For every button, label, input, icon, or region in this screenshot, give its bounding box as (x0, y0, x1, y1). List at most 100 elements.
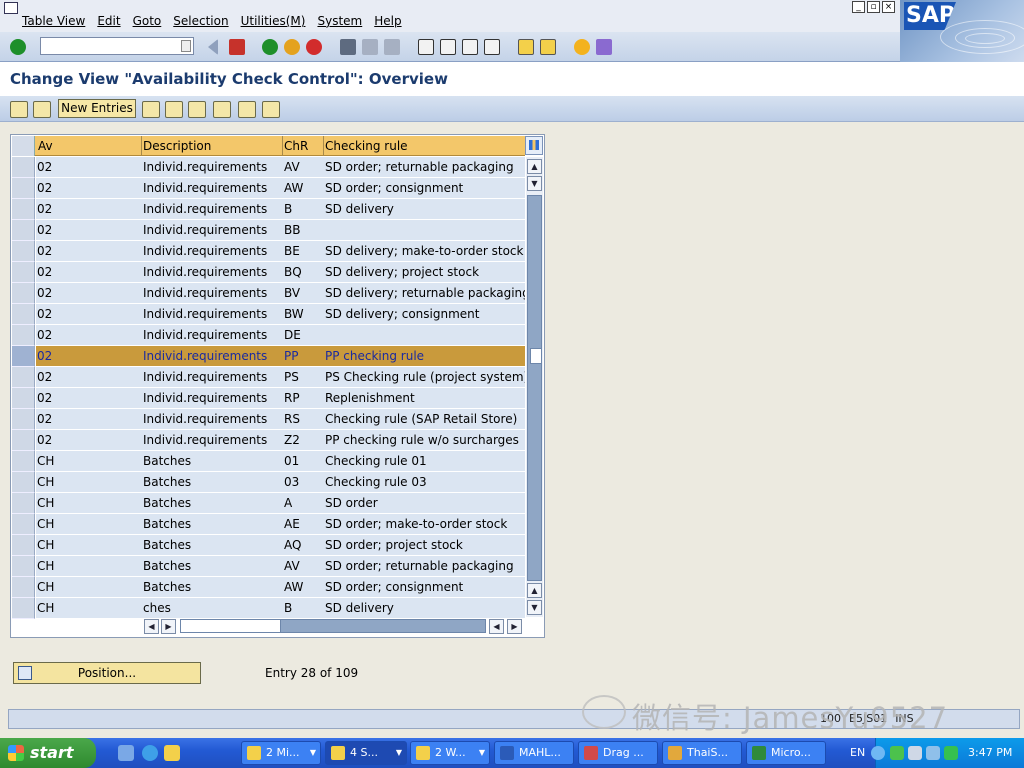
vertical-scroll-thumb[interactable] (530, 348, 542, 364)
cell-rule[interactable]: PP checking rule (324, 346, 525, 367)
cell-av[interactable]: 02 (36, 241, 142, 262)
cell-rule[interactable] (324, 325, 525, 346)
taskbar-item-6[interactable]: ThaiS... (662, 741, 742, 765)
select-all-column[interactable] (12, 136, 35, 156)
table-row[interactable]: 02 Individ.requirements BQ SD delivery; pro… (12, 262, 525, 283)
cell-av[interactable]: 02 (36, 178, 142, 199)
cell-desc[interactable]: Individ.requirements (142, 388, 283, 409)
table-row[interactable]: CH Batches 01 Checking rule 01 (12, 451, 525, 472)
cell-desc[interactable]: Batches (142, 577, 283, 598)
position-button[interactable]: Position... (13, 662, 201, 684)
cell-chr[interactable]: PS (283, 367, 324, 388)
select-all-icon[interactable] (213, 101, 231, 118)
explorer-icon[interactable] (164, 745, 180, 761)
cell-av[interactable]: 02 (36, 325, 142, 346)
table-row[interactable]: 02 Individ.requirements RS Checking rule (S… (12, 409, 525, 430)
save-icon[interactable] (229, 39, 245, 55)
table-row[interactable]: CH Batches AQ SD order; project stock (12, 535, 525, 556)
row-selector[interactable] (12, 220, 35, 241)
cell-rule[interactable]: SD order; returnable packaging (324, 157, 525, 178)
cell-desc[interactable]: Individ.requirements (142, 178, 283, 199)
cell-rule[interactable]: SD order; consignment (324, 178, 525, 199)
details-icon[interactable] (33, 101, 51, 118)
column-header-description[interactable]: Description (143, 139, 211, 153)
new-entries-button[interactable]: New Entries (58, 99, 136, 118)
vertical-scroll-track[interactable] (527, 195, 542, 581)
wireless-icon[interactable] (944, 746, 958, 760)
cell-rule[interactable]: SD delivery; returnable packaging (324, 283, 525, 304)
row-selector[interactable] (12, 325, 35, 346)
cell-desc[interactable]: Individ.requirements (142, 262, 283, 283)
cell-desc[interactable]: Individ.requirements (142, 304, 283, 325)
internet-explorer-icon[interactable] (142, 745, 158, 761)
cell-av[interactable]: CH (36, 556, 142, 577)
cell-desc[interactable]: Individ.requirements (142, 220, 283, 241)
minimize-icon[interactable]: _ (852, 1, 865, 13)
print-icon[interactable] (340, 39, 356, 55)
cell-av[interactable]: CH (36, 598, 142, 619)
cell-rule[interactable]: SD delivery; consignment (324, 304, 525, 325)
undo-change-icon[interactable] (188, 101, 206, 118)
display-change-icon[interactable] (10, 101, 28, 118)
row-selector[interactable] (12, 535, 35, 556)
table-row[interactable]: CH Batches AV SD order; returnable packagin… (12, 556, 525, 577)
cell-av[interactable]: 02 (36, 430, 142, 451)
clock[interactable]: 3:47 PM (968, 746, 1012, 759)
scroll-up-icon[interactable]: ▲ (527, 159, 542, 174)
page-down-icon[interactable]: ▲ (527, 583, 542, 598)
cell-av[interactable]: 02 (36, 220, 142, 241)
scroll-right-icon[interactable]: ▶ (507, 619, 522, 634)
row-selector[interactable] (12, 514, 35, 535)
next-page-icon[interactable] (462, 39, 478, 55)
table-row[interactable]: 02 Individ.requirements PS PS Checking rule… (12, 367, 525, 388)
cell-rule[interactable]: Checking rule 01 (324, 451, 525, 472)
shortcut-icon[interactable] (540, 39, 556, 55)
select-block-icon[interactable] (238, 101, 256, 118)
cell-av[interactable]: 02 (36, 157, 142, 178)
cell-desc[interactable]: Individ.requirements (142, 346, 283, 367)
messenger-icon[interactable] (890, 746, 904, 760)
table-row[interactable]: CH Batches A SD order (12, 493, 525, 514)
cell-av[interactable]: CH (36, 535, 142, 556)
cell-rule[interactable]: Checking rule (SAP Retail Store) (324, 409, 525, 430)
table-row[interactable]: 02 Individ.requirements RP Replenishment (12, 388, 525, 409)
cancel-icon[interactable] (306, 39, 322, 55)
cell-chr[interactable]: BW (283, 304, 324, 325)
cell-rule[interactable] (324, 220, 525, 241)
page-left-icon[interactable]: ▶ (161, 619, 176, 634)
network-icon[interactable] (908, 746, 922, 760)
command-field[interactable] (40, 37, 194, 55)
scroll-left-icon[interactable]: ◀ (144, 619, 159, 634)
cell-desc[interactable]: Individ.requirements (142, 241, 283, 262)
cell-chr[interactable]: B (283, 199, 324, 220)
table-row[interactable]: 02 Individ.requirements DE (12, 325, 525, 346)
row-selector[interactable] (12, 157, 35, 178)
column-header-chr[interactable]: ChR (284, 139, 308, 153)
row-selector[interactable] (12, 577, 35, 598)
table-row[interactable]: 02 Individ.requirements BE SD delivery; mak… (12, 241, 525, 262)
deselect-all-icon[interactable] (262, 101, 280, 118)
cell-av[interactable]: 02 (36, 304, 142, 325)
cell-chr[interactable]: 03 (283, 472, 324, 493)
cell-chr[interactable]: BE (283, 241, 324, 262)
table-row[interactable]: 02 Individ.requirements BB (12, 220, 525, 241)
taskbar-item-5[interactable]: Drag ... (578, 741, 658, 765)
cell-rule[interactable]: Checking rule 03 (324, 472, 525, 493)
cell-rule[interactable]: PS Checking rule (project system) (324, 367, 525, 388)
back-icon[interactable] (208, 39, 218, 55)
row-selector[interactable] (12, 178, 35, 199)
menu-utilities[interactable]: Utilities(M) (241, 14, 306, 28)
close-icon[interactable]: × (882, 1, 895, 13)
cell-rule[interactable]: SD order; consignment (324, 577, 525, 598)
tray-expand-icon[interactable] (871, 746, 885, 760)
cell-rule[interactable]: SD delivery (324, 199, 525, 220)
row-selector[interactable] (12, 367, 35, 388)
row-selector[interactable] (12, 493, 35, 514)
row-selector[interactable] (12, 241, 35, 262)
row-selector[interactable] (12, 388, 35, 409)
row-selector[interactable] (12, 430, 35, 451)
cell-chr[interactable]: A (283, 493, 324, 514)
row-selector[interactable] (12, 304, 35, 325)
cell-av[interactable]: CH (36, 577, 142, 598)
cell-av[interactable]: CH (36, 451, 142, 472)
